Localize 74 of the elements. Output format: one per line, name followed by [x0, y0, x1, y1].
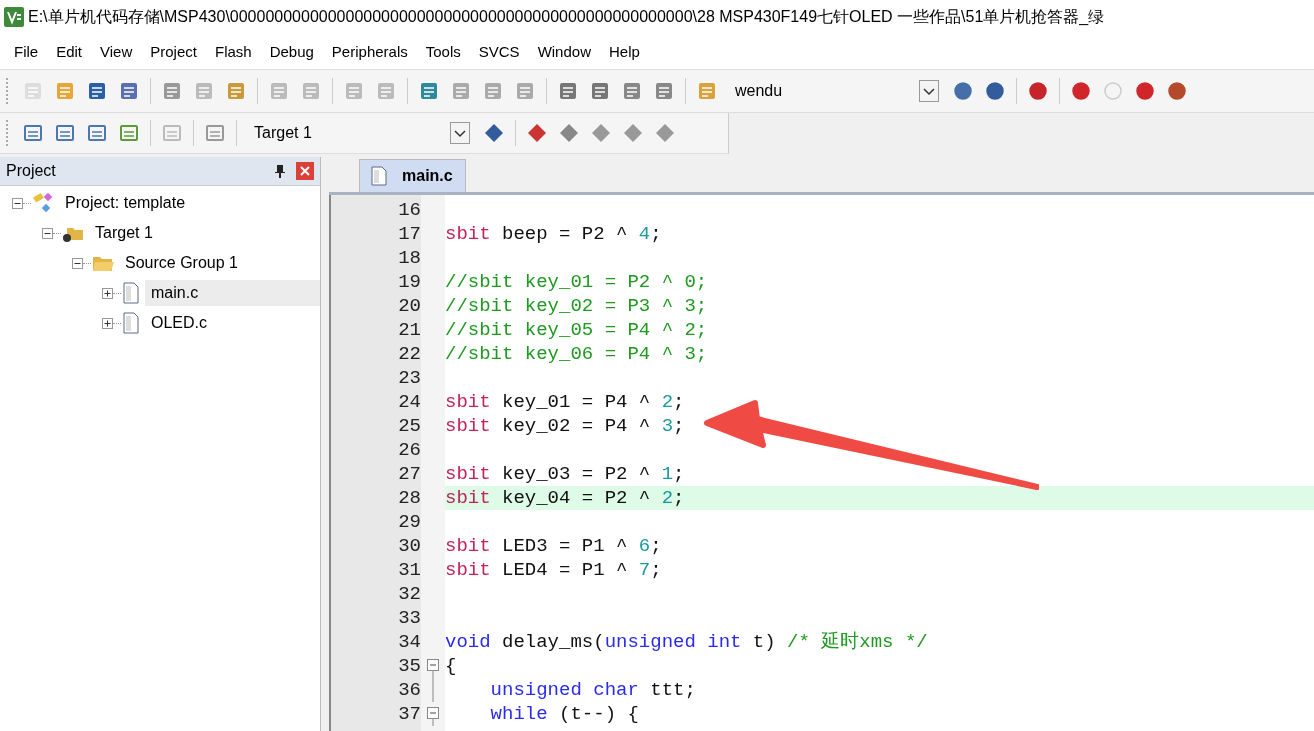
code-line: sbit key_03 = P2 ^ 1; [445, 462, 686, 486]
code-line: unsigned char ttt; [489, 678, 697, 702]
tree-item[interactable]: OLED.c [145, 310, 320, 336]
line-number: 30 [397, 534, 421, 558]
file-icon [370, 166, 388, 186]
project-icon [31, 192, 55, 214]
file-icon [121, 312, 141, 334]
find-combo[interactable]: wendu [725, 79, 915, 103]
line-number: 20 [397, 294, 421, 318]
window-title: E:\单片机代码存储\MSP430\0000000000000000000000000000000000000000000000000000\28 MSP430F149七针OLED 一些作品\51单片机抢答器_绿 [28, 6, 1105, 27]
code-line: while (t--) { [489, 702, 640, 726]
menu-item[interactable]: Tools [416, 43, 470, 60]
menu-item[interactable]: Help [600, 43, 649, 60]
breakpoint-icon[interactable] [1070, 80, 1092, 102]
tree-item[interactable]: Project: template [59, 190, 320, 216]
editor-tab[interactable]: main.c [359, 159, 466, 192]
menu-item[interactable]: Flash [205, 43, 261, 60]
line-number: 34 [397, 630, 421, 654]
line-number: 16 [397, 198, 421, 222]
menu-item[interactable]: SVCS [469, 43, 529, 60]
dropdown-button[interactable] [450, 122, 470, 144]
line-number: 32 [397, 582, 421, 606]
menu-item[interactable]: Window [528, 43, 600, 60]
code-line: //sbit key_06 = P4 ^ 3; [445, 342, 709, 366]
line-number: 26 [397, 438, 421, 462]
code-line: sbit key_02 = P4 ^ 3; [445, 414, 686, 438]
expand-icon[interactable] [102, 317, 113, 329]
line-number: 17 [397, 222, 421, 246]
menu-item[interactable]: Edit [47, 43, 92, 60]
line-number: 22 [397, 342, 421, 366]
line-number: 27 [397, 462, 421, 486]
menu-item[interactable]: Project [141, 43, 206, 60]
code-line: //sbit key_02 = P3 ^ 3; [445, 294, 709, 318]
line-number: 23 [397, 366, 421, 390]
code-line: { [445, 654, 458, 678]
line-number: 25 [397, 414, 421, 438]
line-number: 19 [397, 270, 421, 294]
menu-item[interactable]: File [5, 43, 48, 60]
file-icon [121, 282, 141, 304]
line-number: 31 [397, 558, 421, 582]
panel-title: Project [6, 162, 57, 180]
close-icon[interactable] [296, 162, 314, 180]
code-line: sbit key_01 = P4 ^ 2; [445, 390, 686, 414]
dropdown-button[interactable] [919, 80, 939, 102]
line-number: 37 [397, 702, 421, 726]
pin-icon[interactable] [274, 164, 286, 178]
tree-item[interactable]: main.c [145, 280, 320, 306]
line-number: 18 [397, 246, 421, 270]
line-number: 24 [397, 390, 421, 414]
collapse-icon[interactable] [42, 227, 53, 239]
line-number: 35 [397, 654, 421, 678]
code-line: void delay_ms(unsigned int t) /* 延时xms */ [445, 630, 929, 654]
menu-item[interactable]: Peripherals [322, 43, 417, 60]
tree-item[interactable]: Source Group 1 [119, 250, 320, 276]
collapse-icon[interactable] [72, 257, 83, 269]
code-line: sbit LED4 = P1 ^ 7; [445, 558, 663, 582]
collapse-icon[interactable] [12, 197, 23, 209]
code-line: sbit beep = P2 ^ 4; [445, 222, 663, 246]
line-number: 36 [397, 678, 421, 702]
tree-item[interactable]: Target 1 [89, 220, 320, 246]
line-number: 29 [397, 510, 421, 534]
expand-icon[interactable] [102, 287, 113, 299]
code-line: sbit LED3 = P1 ^ 6; [445, 534, 663, 558]
code-line: //sbit key_01 = P2 ^ 0; [445, 270, 709, 294]
target-combo[interactable]: Target 1 [244, 121, 446, 145]
line-number: 21 [397, 318, 421, 342]
line-number: 28 [397, 486, 421, 510]
debug-icon[interactable] [1027, 80, 1049, 102]
menu-item[interactable]: Debug [260, 43, 323, 60]
app-logo-icon [4, 7, 24, 27]
diamond-icon[interactable] [590, 122, 612, 144]
line-number: 33 [397, 606, 421, 630]
code-line: //sbit key_05 = P4 ^ 2; [445, 318, 709, 342]
menu-item[interactable]: View [91, 43, 142, 60]
